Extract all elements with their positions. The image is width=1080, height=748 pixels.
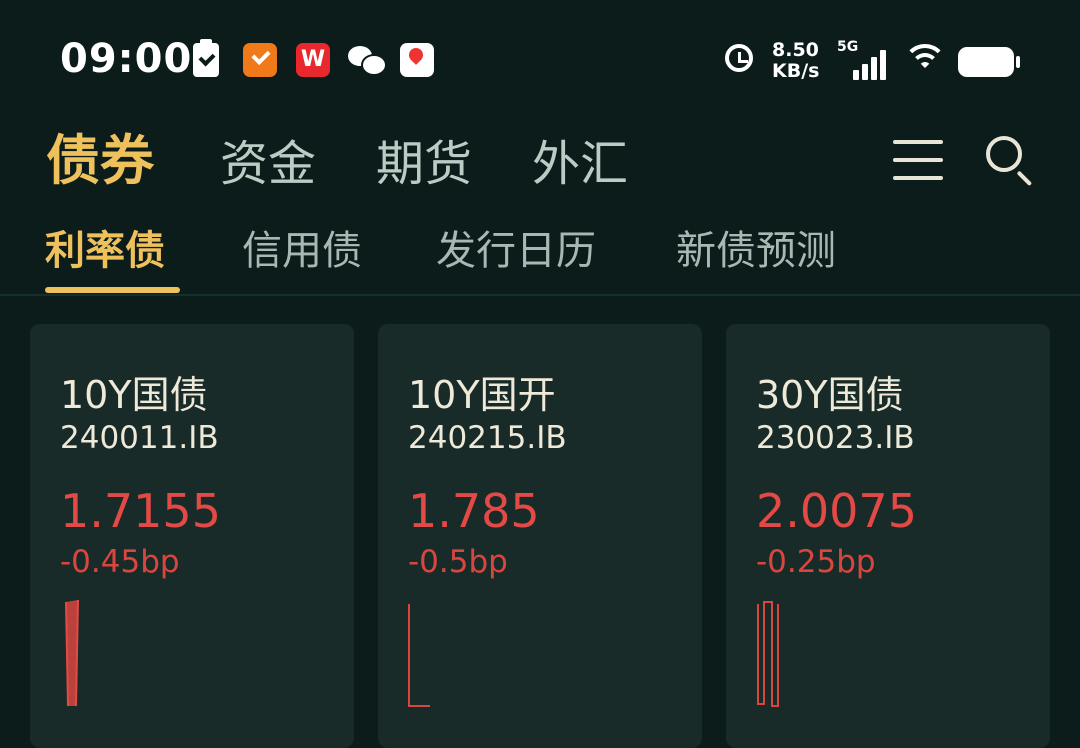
bond-code: 230023.IB (756, 420, 915, 456)
sub-tab-issuance-calendar[interactable]: 发行日历 (436, 222, 596, 280)
sparkline-chart (65, 599, 79, 707)
sparkline-chart (408, 604, 430, 707)
sub-tabs: 利率债 信用债 发行日历 新债预测 (0, 222, 1080, 294)
sub-tab-credit-bonds[interactable]: 信用债 (242, 222, 362, 280)
bond-card-10y-treasury[interactable]: 10Y国债 240011.IB 1.7155 -0.45bp (30, 324, 354, 748)
main-tab-futures[interactable]: 期货 (376, 131, 472, 197)
main-tab-bonds[interactable]: 债券 (46, 128, 154, 194)
active-tab-indicator (45, 287, 180, 293)
bond-name: 30Y国债 (756, 373, 904, 417)
divider (0, 294, 1080, 296)
bond-change: -0.5bp (408, 544, 508, 580)
bond-yield: 1.7155 (60, 484, 221, 538)
signal-icon (853, 50, 891, 80)
alarm-icon (725, 44, 753, 72)
sub-tab-new-bond-forecast[interactable]: 新债预测 (676, 222, 836, 280)
bond-yield: 1.785 (408, 484, 540, 538)
status-bar: 09:00 W 8.50 KB/s 5G (0, 0, 1080, 120)
battery-icon (958, 47, 1020, 77)
network-speed-value: 8.50 (772, 39, 819, 61)
map-icon (400, 43, 434, 77)
menu-icon[interactable] (893, 138, 943, 182)
bond-card-10y-cdb[interactable]: 10Y国开 240215.IB 1.785 -0.5bp (378, 324, 702, 748)
wps-icon: W (296, 43, 330, 77)
bond-change: -0.45bp (60, 544, 180, 580)
tasks-icon (243, 43, 277, 77)
network-speed-unit: KB/s (772, 60, 820, 82)
wifi-icon (903, 44, 947, 80)
wechat-icon (348, 43, 387, 77)
bond-code: 240011.IB (60, 420, 219, 456)
bond-code: 240215.IB (408, 420, 567, 456)
status-time: 09:00 (60, 36, 193, 82)
bond-card-30y-treasury[interactable]: 30Y国债 230023.IB 2.0075 -0.25bp (726, 324, 1050, 748)
sparkline-chart (757, 601, 779, 707)
network-speed: 8.50 KB/s (772, 40, 819, 82)
search-icon[interactable] (986, 136, 1038, 188)
sub-tab-rate-bonds[interactable]: 利率债 (45, 222, 165, 280)
clipboard-check-icon (193, 39, 219, 77)
bond-name: 10Y国开 (408, 373, 556, 417)
bond-change: -0.25bp (756, 544, 876, 580)
bond-yield: 2.0075 (756, 484, 917, 538)
bond-name: 10Y国债 (60, 373, 208, 417)
main-tab-funds[interactable]: 资金 (220, 131, 316, 197)
main-tab-forex[interactable]: 外汇 (532, 131, 628, 197)
